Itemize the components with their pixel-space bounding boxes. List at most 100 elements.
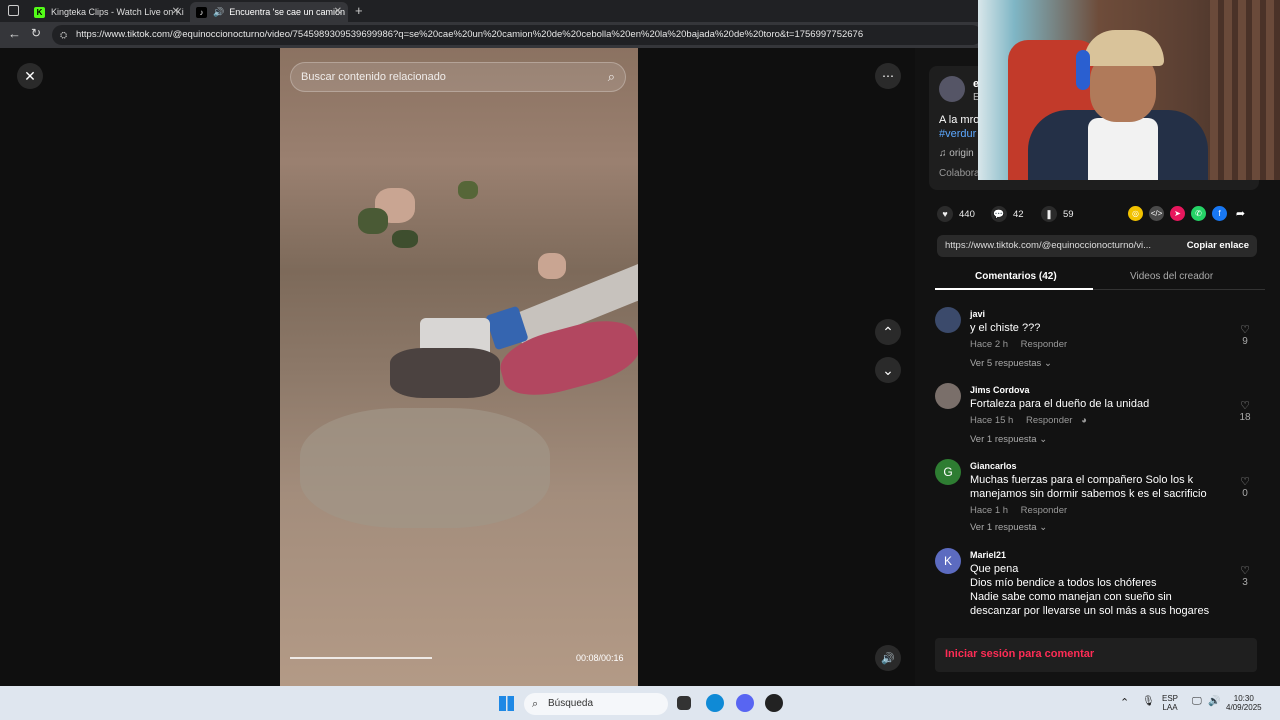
comment-author[interactable]: javi bbox=[970, 309, 985, 319]
save-stat[interactable]: ❚ 59 bbox=[1041, 206, 1074, 222]
view-replies-button[interactable]: Ver 1 respuesta ⌄ bbox=[970, 522, 1047, 533]
url-field[interactable]: ⛭ https://www.tiktok.com/@equinoccionoct… bbox=[52, 25, 982, 45]
view-replies-button[interactable]: Ver 1 respuesta ⌄ bbox=[970, 434, 1047, 445]
music-note-icon: ♫ bbox=[939, 148, 950, 159]
taskbar-search[interactable]: ⌕ Búsqueda bbox=[524, 693, 668, 715]
previous-video-button[interactable]: ⌃ bbox=[875, 319, 901, 345]
share-repost-icon[interactable]: ◎ bbox=[1128, 206, 1143, 221]
reply-button[interactable]: Responder bbox=[1021, 339, 1067, 350]
heart-icon: ♥ bbox=[937, 206, 953, 222]
speaker-icon[interactable]: 🔊 bbox=[213, 7, 224, 18]
comment-time: Hace 2 h bbox=[970, 339, 1009, 350]
back-icon[interactable]: ← bbox=[8, 26, 21, 41]
more-options-button[interactable]: ⋯ bbox=[875, 63, 901, 89]
hashtag-link[interactable]: #verdur bbox=[939, 128, 976, 140]
obs-icon[interactable] bbox=[765, 694, 783, 712]
related-search-input[interactable]: Buscar contenido relacionado ⌕ bbox=[290, 62, 626, 92]
browser-tab-tiktok[interactable]: ♪ 🔊 Encuentra 'se cae un camion ✕ bbox=[190, 2, 348, 22]
wreck-debris bbox=[390, 348, 500, 398]
creator-avatar[interactable] bbox=[939, 76, 965, 102]
tab-title: Encuentra 'se cae un camion bbox=[229, 7, 346, 17]
login-to-comment-bar[interactable]: Iniciar sesión para comentar bbox=[935, 638, 1257, 672]
cap bbox=[1084, 30, 1164, 66]
microphone-icon[interactable]: 🎙 bbox=[1142, 696, 1155, 707]
volume-button[interactable]: 🔊 bbox=[875, 645, 901, 671]
share-link-text[interactable]: https://www.tiktok.com/@equinoccionoctur… bbox=[945, 240, 1165, 251]
video-description: A la mro bbox=[939, 114, 980, 126]
comment-like[interactable]: ♡ 3 bbox=[1235, 564, 1255, 588]
copy-link-button[interactable]: Copiar enlace bbox=[1187, 240, 1249, 251]
clock[interactable]: 10:30 4/09/2025 bbox=[1226, 694, 1262, 712]
edge-icon[interactable] bbox=[706, 694, 724, 712]
avatar[interactable]: K bbox=[935, 548, 961, 574]
view-replies-button[interactable]: Ver 5 respuestas ⌄ bbox=[970, 358, 1052, 369]
volume-icon[interactable]: 🔊 bbox=[1208, 696, 1220, 707]
tray-chevron-icon[interactable]: ⌃ bbox=[1120, 696, 1129, 709]
taskbar-search-label: Búsqueda bbox=[548, 698, 594, 709]
network-icon[interactable]: 🖵 bbox=[1192, 696, 1202, 707]
language-label: ESP bbox=[1162, 694, 1179, 703]
file-explorer-icon[interactable] bbox=[677, 696, 691, 710]
avatar[interactable] bbox=[935, 307, 961, 333]
tab-creator-videos[interactable]: Videos del creador bbox=[1130, 271, 1213, 282]
login-to-comment-label[interactable]: Iniciar sesión para comentar bbox=[945, 648, 1094, 660]
video-player[interactable]: Buscar contenido relacionado ⌕ 00:08/00:… bbox=[280, 48, 638, 686]
language-indicator[interactable]: ESP LAA bbox=[1162, 694, 1178, 712]
comment-like[interactable]: ♡ 0 bbox=[1235, 475, 1255, 499]
comment-time: Hace 1 h bbox=[970, 505, 1009, 516]
whatsapp-icon[interactable]: ✆ bbox=[1191, 206, 1206, 221]
close-tab-icon[interactable]: ✕ bbox=[334, 6, 342, 17]
comment-like-count: 3 bbox=[1242, 577, 1248, 588]
replies-label: Ver 5 respuestas bbox=[970, 358, 1042, 369]
browser-tab-kingteka[interactable]: K Kingteka Clips - Watch Live on Ki ✕ bbox=[28, 2, 186, 22]
comment-author[interactable]: Giancarlos bbox=[970, 461, 1017, 471]
comment-item: javi y el chiste ??? Hace 2 h Responder … bbox=[935, 307, 1255, 377]
close-tab-icon[interactable]: ✕ bbox=[172, 6, 180, 17]
music-info[interactable]: ♫ origin bbox=[939, 148, 974, 159]
reload-icon[interactable]: ↻ bbox=[31, 26, 41, 40]
site-info-icon[interactable]: ⛭ bbox=[60, 25, 67, 45]
video-progress-bar[interactable] bbox=[290, 657, 432, 659]
reply-button[interactable]: Responder bbox=[1026, 415, 1072, 426]
comment-like[interactable]: ♡ 9 bbox=[1235, 323, 1255, 347]
curtain bbox=[1210, 0, 1280, 180]
kick-favicon-icon: K bbox=[34, 6, 45, 18]
close-video-button[interactable]: ✕ bbox=[17, 63, 43, 89]
layout-label: LAA bbox=[1162, 703, 1178, 712]
comment-like-count: 0 bbox=[1242, 488, 1248, 499]
comment-item: Jims Cordova Fortaleza para el dueño de … bbox=[935, 383, 1255, 453]
tiktok-favicon-icon: ♪ bbox=[196, 6, 207, 18]
windows-start-icon[interactable] bbox=[499, 696, 514, 711]
bush bbox=[392, 230, 418, 248]
facebook-icon[interactable]: f bbox=[1212, 206, 1227, 221]
comment-like[interactable]: ♡ 18 bbox=[1235, 399, 1255, 423]
embed-icon[interactable]: </> bbox=[1149, 206, 1164, 221]
search-icon[interactable]: ⌕ bbox=[608, 63, 615, 91]
url-text: https://www.tiktok.com/@equinoccionoctur… bbox=[76, 29, 864, 40]
bookmark-icon: ❚ bbox=[1041, 206, 1057, 222]
tab-actions-icon[interactable] bbox=[8, 5, 19, 16]
boulder bbox=[538, 253, 566, 279]
send-icon[interactable]: ➤ bbox=[1170, 206, 1185, 221]
next-video-button[interactable]: ⌄ bbox=[875, 357, 901, 383]
comment-author[interactable]: Jims Cordova bbox=[970, 385, 1030, 395]
tab-title: Kingteka Clips - Watch Live on Ki bbox=[51, 7, 184, 17]
comment-like-count: 9 bbox=[1242, 336, 1248, 347]
new-tab-icon[interactable]: + bbox=[355, 3, 363, 18]
tab-comments[interactable]: Comentarios (42) bbox=[975, 271, 1057, 282]
reaction-icon[interactable]: ◕ bbox=[1081, 415, 1087, 426]
bush bbox=[358, 208, 388, 234]
clock-time: 10:30 bbox=[1233, 694, 1254, 703]
replies-label: Ver 1 respuesta bbox=[970, 522, 1037, 533]
windows-taskbar: ⌕ Búsqueda ⌃ 🎙 ESP LAA 🖵 🔊 10:30 4/09/20… bbox=[0, 686, 1280, 720]
chevron-down-icon: ⌄ bbox=[1043, 358, 1052, 369]
comment-author[interactable]: Mariel21 bbox=[970, 550, 1006, 560]
comment-text: y el chiste ??? bbox=[970, 322, 1041, 334]
reply-button[interactable]: Responder bbox=[1021, 505, 1067, 516]
share-arrow-icon[interactable]: ➦ bbox=[1233, 206, 1248, 221]
like-stat[interactable]: ♥ 440 bbox=[937, 206, 975, 222]
avatar[interactable]: G bbox=[935, 459, 961, 485]
discord-icon[interactable] bbox=[736, 694, 754, 712]
comment-stat[interactable]: 💬 42 bbox=[991, 206, 1024, 222]
avatar[interactable] bbox=[935, 383, 961, 409]
